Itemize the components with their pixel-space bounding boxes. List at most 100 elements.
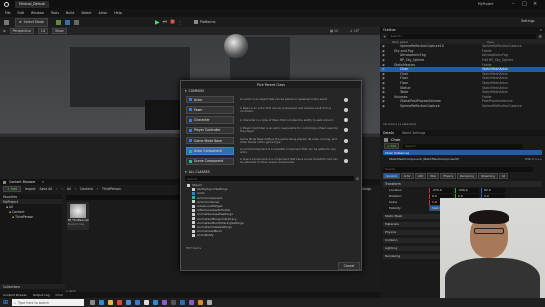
content-browser-tab[interactable]: Content Browser <box>9 180 36 184</box>
cb-add-button[interactable]: + Add <box>3 186 21 192</box>
outliner-row[interactable]: ◉ StaticMeshes Folder <box>380 62 545 67</box>
unreal-taskbar-icon[interactable] <box>144 300 150 305</box>
outliner-row[interactable]: ◉ Chair StaticMeshActor <box>380 72 545 77</box>
location-y-field[interactable]: -290.0 <box>455 187 479 193</box>
cinematics-icon[interactable] <box>73 19 79 25</box>
outliner-row[interactable]: ◉ Statue StaticMeshActor <box>380 85 545 90</box>
visibility-eye-icon[interactable]: ◉ <box>380 99 390 103</box>
outliner-row[interactable]: ◉ Chair StaticMeshActor <box>380 66 545 72</box>
rotation-snap-icon[interactable]: ∠ 10° <box>350 29 360 33</box>
platforms-button[interactable]: Platforms <box>193 20 215 24</box>
store-icon[interactable] <box>126 300 132 305</box>
outliner-row[interactable]: ◉ SphereReflectionCapture10 SphereReflecti… <box>380 44 545 49</box>
outliner-row[interactable]: ◉ GlobalPostProcessVolume PostProcessVolum… <box>380 99 545 104</box>
menu-help[interactable]: Help <box>114 11 122 15</box>
cancel-button[interactable]: Cancel <box>338 262 360 270</box>
hamburger-icon[interactable]: ≡ <box>3 29 6 33</box>
menu-tools[interactable]: Tools <box>51 11 59 15</box>
class-button[interactable]: Character <box>186 116 234 124</box>
outliner-add-icon[interactable]: + <box>383 34 386 39</box>
help-icon[interactable] <box>344 118 348 123</box>
filter-actor[interactable]: Actor <box>400 173 414 179</box>
visibility-eye-icon[interactable]: ◉ <box>380 104 390 108</box>
level-tab[interactable]: Minimal_Default <box>15 1 49 8</box>
class-button[interactable]: Game Mode Base <box>186 136 234 145</box>
cb-folder-all[interactable]: All <box>9 205 13 209</box>
outliner-tab[interactable]: Outliner <box>383 28 396 32</box>
outliner-row[interactable]: ◉ Sky and Fog Folder <box>380 49 545 54</box>
obs-icon[interactable] <box>171 300 177 305</box>
visibility-eye-icon[interactable]: ◉ <box>380 86 390 90</box>
transform-header[interactable]: Transform <box>385 182 401 186</box>
save-icon[interactable] <box>4 19 9 25</box>
outliner-row[interactable]: ◉ Volumes Folder <box>380 95 545 100</box>
file-explorer-icon[interactable] <box>108 300 114 305</box>
outliner-col-label[interactable]: Item Label <box>392 40 487 44</box>
cb-project[interactable]: MyProject <box>3 200 18 204</box>
visibility-eye-icon[interactable]: ◉ <box>380 44 390 48</box>
help-icon[interactable] <box>344 149 348 153</box>
class-settings-icon[interactable]: ⚙ <box>356 177 359 181</box>
cb-folder-thirdperson[interactable]: ThirdPerson <box>15 215 33 219</box>
outliner-row[interactable]: ◉ Floor StaticMeshActor <box>380 81 545 86</box>
help-icon[interactable] <box>344 159 348 164</box>
settings-button[interactable]: Settings <box>521 19 535 23</box>
visibility-eye-icon[interactable]: ◉ <box>380 58 390 62</box>
outliner-row[interactable]: ◉ Table StaticMeshActor <box>380 90 545 95</box>
cb-path-content[interactable]: Content <box>80 187 93 191</box>
outliner-row[interactable]: ◉ Floor StaticMeshActor <box>380 76 545 81</box>
cb-save-all-button[interactable]: Save All <box>39 187 52 191</box>
menu-build[interactable]: Build <box>66 11 74 15</box>
add-content-icon[interactable] <box>55 19 61 25</box>
details-search-input[interactable]: Search <box>383 166 533 172</box>
settings-icon[interactable] <box>207 300 213 305</box>
filter-misc[interactable]: Misc <box>427 173 440 179</box>
menu-window[interactable]: Window <box>31 11 44 15</box>
collapse-arrow-icon[interactable]: ▾ <box>185 89 187 93</box>
filter-streaming[interactable]: Streaming <box>477 173 498 179</box>
cb-collections[interactable]: Collections <box>3 285 20 289</box>
class-button[interactable]: Player Controller <box>186 126 234 135</box>
outliner-row[interactable]: ◉ BP_Sky_Sphere Edit BP_Sky_Sphere <box>380 58 545 63</box>
perspective-button[interactable]: Perspective <box>9 28 35 34</box>
location-z-field[interactable]: 62.0 <box>481 187 505 193</box>
filter-all[interactable]: All <box>498 173 509 179</box>
class-button[interactable]: Pawn <box>186 106 234 114</box>
content-drawer-button[interactable]: Content Drawer <box>3 293 27 297</box>
help-icon[interactable] <box>344 107 348 112</box>
filter-general[interactable]: General <box>383 173 400 179</box>
vscode-icon[interactable] <box>153 300 159 305</box>
visibility-eye-icon[interactable]: ◉ <box>380 76 390 80</box>
asset-tile[interactable]: BP_ThirdPersonGameMode Blueprint Class <box>67 202 89 230</box>
photoshop-icon[interactable] <box>180 300 186 305</box>
show-button[interactable]: Show <box>52 28 67 34</box>
visibility-eye-icon[interactable]: ◉ <box>380 63 390 67</box>
cb-folder-content[interactable]: Content <box>12 210 24 214</box>
select-mode-button[interactable]: ➤ Select Mode <box>15 17 48 27</box>
cb-back-icon[interactable]: ‹ <box>56 187 57 191</box>
visibility-eye-icon[interactable]: ◉ <box>380 49 390 53</box>
task-view-icon[interactable] <box>90 300 96 305</box>
cb-path-thirdperson[interactable]: ThirdPerson <box>102 187 121 191</box>
output-log-button[interactable]: Output Log <box>33 293 50 297</box>
class-button[interactable]: Actor Component <box>186 147 234 155</box>
all-classes-header[interactable]: ALL CLASSES <box>189 170 210 174</box>
windows-start-icon[interactable]: ⊞ <box>3 299 8 306</box>
filter-physics[interactable]: Physics <box>440 173 457 179</box>
lit-button[interactable]: Lit <box>38 28 49 34</box>
cb-forward-icon[interactable]: › <box>62 187 63 191</box>
outliner-search-input[interactable]: Search... <box>388 33 537 39</box>
cmd-input[interactable]: Cmd <box>56 293 63 297</box>
visibility-eye-icon[interactable]: ◉ <box>380 81 390 85</box>
cb-path-all[interactable]: All <box>67 187 71 191</box>
class-button[interactable]: Scene Component <box>186 157 234 166</box>
menu-actor[interactable]: Actor <box>99 11 108 15</box>
actor-name[interactable]: Chair <box>391 138 400 142</box>
close-icon[interactable]: × <box>533 1 537 7</box>
class-button[interactable]: Actor <box>186 95 234 104</box>
grid-snap-icon[interactable]: ▦ 10 <box>330 29 338 33</box>
filter-rendering[interactable]: Rendering <box>457 173 477 179</box>
help-icon[interactable] <box>344 128 348 133</box>
visibility-eye-icon[interactable]: ◉ <box>380 72 390 76</box>
mail-icon[interactable] <box>135 300 141 305</box>
